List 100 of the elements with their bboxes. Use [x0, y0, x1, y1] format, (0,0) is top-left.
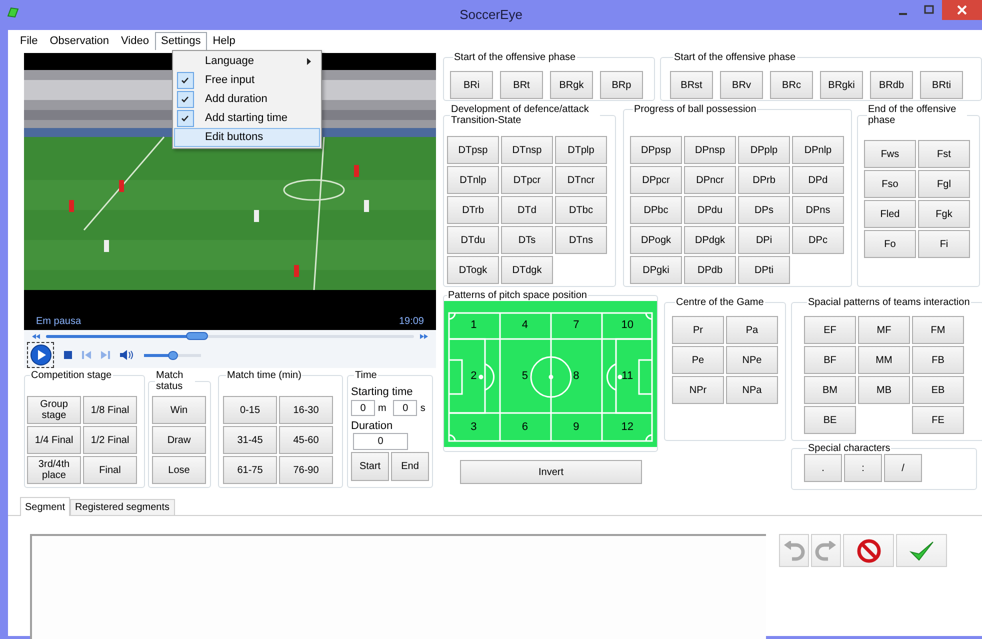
time-range-button[interactable]: 61-75 [223, 456, 277, 484]
code-button[interactable]: Fws [864, 140, 916, 168]
stage-button[interactable]: Group stage [27, 396, 81, 424]
code-button[interactable]: DPbc [630, 196, 682, 224]
cancel-button[interactable] [843, 534, 894, 567]
code-button[interactable]: Pr [672, 316, 724, 344]
code-button[interactable]: DTncr [555, 166, 607, 194]
code-button[interactable]: BRi [450, 71, 493, 99]
previous-icon[interactable] [82, 351, 91, 359]
code-button[interactable]: NPa [726, 376, 778, 404]
status-button[interactable]: Win [152, 396, 206, 424]
code-button[interactable]: BRp [600, 71, 643, 99]
code-button[interactable]: DPns [792, 196, 844, 224]
minutes-field[interactable]: 0 [351, 400, 375, 416]
code-button[interactable]: BRti [920, 71, 963, 99]
pitch-zone[interactable]: 2 [470, 368, 477, 384]
confirm-button[interactable] [896, 534, 947, 567]
code-button[interactable]: DTplp [555, 136, 607, 164]
code-button[interactable]: BRt [500, 71, 543, 99]
fast-forward-icon[interactable] [420, 334, 428, 338]
code-button[interactable]: FM [912, 316, 964, 344]
menu-option[interactable]: Add starting time [174, 109, 320, 128]
code-button[interactable]: DPpsp [630, 136, 682, 164]
code-button[interactable]: FB [912, 346, 964, 374]
code-button[interactable]: DTd [501, 196, 553, 224]
code-button[interactable]: DTns [555, 226, 607, 254]
code-button[interactable]: FE [912, 406, 964, 434]
character-button[interactable]: . [804, 454, 842, 482]
code-button[interactable]: Fgl [918, 170, 970, 198]
menu-item[interactable]: Help [206, 32, 242, 50]
code-button[interactable]: MF [858, 316, 910, 344]
time-range-button[interactable]: 76-90 [279, 456, 333, 484]
code-button[interactable]: Pe [672, 346, 724, 374]
time-range-button[interactable]: 0-15 [223, 396, 277, 424]
menu-item[interactable]: Observation [44, 32, 116, 50]
code-button[interactable]: DPd [792, 166, 844, 194]
code-button[interactable]: BRst [670, 71, 713, 99]
code-button[interactable]: DPnsp [684, 136, 736, 164]
character-button[interactable]: : [844, 454, 882, 482]
code-button[interactable]: Fgk [918, 200, 970, 228]
code-button[interactable]: BRdb [870, 71, 913, 99]
code-button[interactable]: DPrb [738, 166, 790, 194]
close-button[interactable] [942, 0, 982, 20]
pitch-zone[interactable]: 10 [621, 317, 634, 334]
code-button[interactable]: Fso [864, 170, 916, 198]
menu-item[interactable]: Settings [154, 32, 207, 50]
code-button[interactable]: MB [858, 376, 910, 404]
code-button[interactable]: DPnlp [792, 136, 844, 164]
code-button[interactable]: EF [804, 316, 856, 344]
code-button[interactable]: DPdu [684, 196, 736, 224]
invert-button[interactable]: Invert [460, 460, 642, 484]
pitch-zone[interactable]: 9 [573, 419, 580, 436]
rewind-icon[interactable] [32, 334, 40, 338]
timer-button[interactable]: Start [351, 452, 389, 481]
pitch-zone[interactable]: 4 [522, 317, 528, 334]
seek-thumb[interactable] [186, 332, 208, 340]
pitch-zone[interactable]: 8 [573, 368, 580, 384]
seconds-field[interactable]: 0 [393, 400, 418, 416]
status-button[interactable]: Lose [152, 456, 206, 484]
code-button[interactable]: EB [912, 376, 964, 404]
code-button[interactable]: DPpcr [630, 166, 682, 194]
code-button[interactable]: DPogk [630, 226, 682, 254]
code-button[interactable]: BRgk [550, 71, 593, 99]
code-button[interactable]: Fled [864, 200, 916, 228]
pitch-zone[interactable]: 1 [470, 317, 477, 334]
stage-button[interactable]: 1/8 Final [83, 396, 137, 424]
code-button[interactable]: DPncr [684, 166, 736, 194]
code-button[interactable]: BM [804, 376, 856, 404]
menu-option[interactable]: Free input [174, 71, 320, 90]
menu-option[interactable]: Language [174, 52, 320, 71]
segment-input[interactable] [30, 534, 766, 639]
seek-track[interactable] [46, 334, 414, 338]
code-button[interactable]: DPti [738, 256, 790, 284]
code-button[interactable]: Fst [918, 140, 970, 168]
time-range-button[interactable]: 45-60 [279, 426, 333, 454]
pitch-zone[interactable]: 7 [573, 317, 580, 334]
stage-button[interactable]: 1/2 Final [83, 426, 137, 454]
pitch-zone[interactable]: 11 [622, 368, 634, 384]
code-button[interactable]: DTnsp [501, 136, 553, 164]
next-icon[interactable] [101, 351, 110, 359]
tab[interactable]: Segment [20, 497, 70, 516]
tab[interactable]: Registered segments [70, 499, 175, 515]
code-button[interactable]: NPe [726, 346, 778, 374]
code-button[interactable]: DPgki [630, 256, 682, 284]
code-button[interactable]: BF [804, 346, 856, 374]
code-button[interactable]: DTpcr [501, 166, 553, 194]
status-button[interactable]: Draw [152, 426, 206, 454]
code-button[interactable]: BRc [770, 71, 813, 99]
code-button[interactable]: DPdb [684, 256, 736, 284]
time-range-button[interactable]: 31-45 [223, 426, 277, 454]
code-button[interactable]: Fo [864, 230, 916, 258]
stage-button[interactable]: 3rd/4th place [27, 456, 81, 484]
time-range-button[interactable]: 16-30 [279, 396, 333, 424]
code-button[interactable]: DTdu [447, 226, 499, 254]
code-button[interactable]: NPr [672, 376, 724, 404]
pitch-zone[interactable]: 5 [522, 368, 528, 384]
code-button[interactable]: DPs [738, 196, 790, 224]
code-button[interactable]: DTs [501, 226, 553, 254]
stage-button[interactable]: Final [83, 456, 137, 484]
code-button[interactable]: DTnlp [447, 166, 499, 194]
